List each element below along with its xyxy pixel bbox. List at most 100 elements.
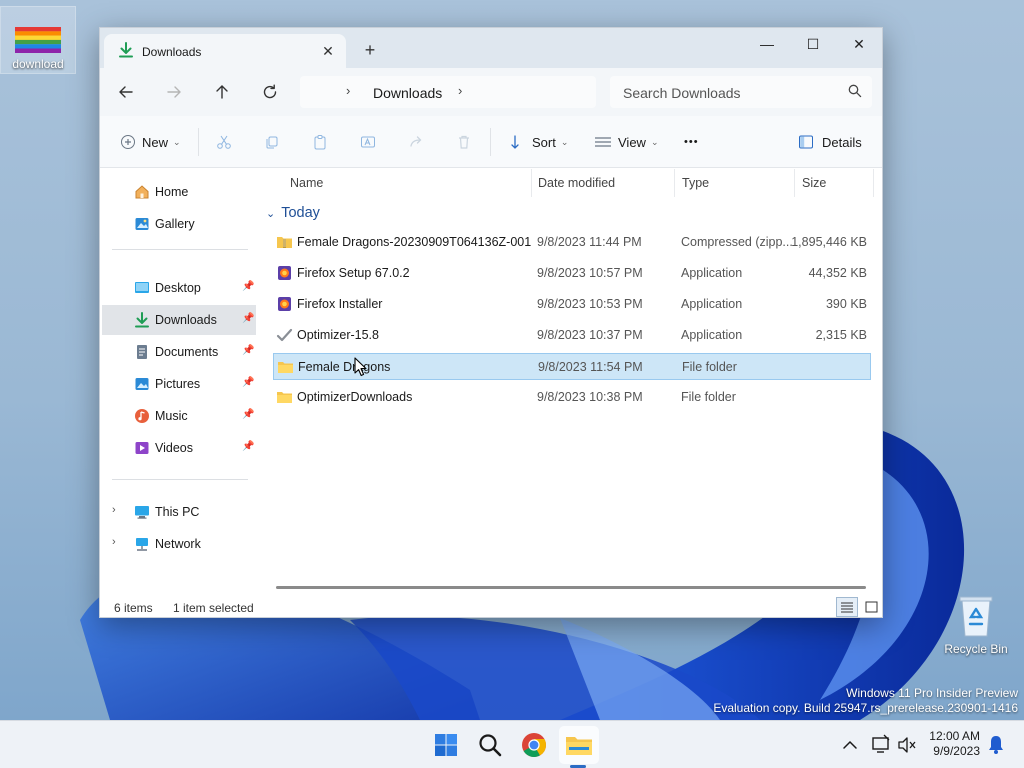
installer-icon xyxy=(278,297,291,311)
copy-button[interactable] xyxy=(264,130,280,154)
sidebar-item-downloads[interactable]: Downloads 📌 xyxy=(102,305,256,335)
sidebar-item-this-pc[interactable]: › This PC xyxy=(102,497,256,527)
large-icons-view-button[interactable] xyxy=(860,597,882,617)
sidebar-item-desktop[interactable]: Desktop 📌 xyxy=(102,273,256,303)
details-pane-button[interactable]: Details xyxy=(798,130,862,154)
navigation-bar: › Downloads › Search Downloads xyxy=(100,68,882,116)
file-name: OptimizerDownloads xyxy=(297,390,413,404)
chevron-up-icon[interactable] xyxy=(838,729,862,761)
file-date: 9/8/2023 10:53 PM xyxy=(537,297,643,311)
column-header-size[interactable]: Size xyxy=(794,169,874,197)
share-button[interactable] xyxy=(408,130,424,154)
chevron-down-icon: ⌄ xyxy=(173,136,181,147)
share-icon xyxy=(410,136,422,147)
search-input[interactable]: Search Downloads xyxy=(623,85,741,101)
chevron-down-icon: ⌄ xyxy=(266,208,276,220)
file-name: Firefox Installer xyxy=(297,297,383,311)
new-tab-button[interactable]: + xyxy=(358,39,382,63)
file-date: 9/8/2023 10:38 PM xyxy=(537,390,643,404)
sidebar-item-documents[interactable]: Documents 📌 xyxy=(102,337,256,367)
installer-icon xyxy=(278,266,291,280)
pin-icon[interactable]: 📌 xyxy=(242,313,254,324)
status-bar: 6 items 1 item selected xyxy=(100,596,882,617)
file-explorer-icon[interactable] xyxy=(563,729,595,761)
refresh-button[interactable] xyxy=(256,78,284,106)
file-type: Application xyxy=(681,297,743,311)
breadcrumb-downloads[interactable]: Downloads xyxy=(373,85,442,101)
search-button[interactable] xyxy=(474,729,506,761)
notification-bell-icon[interactable] xyxy=(986,729,1006,761)
sidebar-item-videos[interactable]: Videos 📌 xyxy=(102,433,256,463)
chevron-right-icon[interactable]: › xyxy=(112,536,116,548)
sidebar-item-music[interactable]: Music 📌 xyxy=(102,401,256,431)
close-button[interactable]: ✕ xyxy=(836,30,882,58)
table-row[interactable]: Firefox Setup 67.0.2 9/8/2023 10:57 PM A… xyxy=(273,260,871,287)
up-button[interactable] xyxy=(208,78,236,106)
pin-icon[interactable]: 📌 xyxy=(242,441,254,452)
checkmark-icon xyxy=(276,328,293,342)
new-button[interactable]: New ⌄ xyxy=(120,130,181,154)
pin-icon[interactable]: 📌 xyxy=(242,377,254,388)
maximize-button[interactable]: ☐ xyxy=(790,30,836,58)
new-button-label: New xyxy=(142,134,169,150)
pin-icon[interactable]: 📌 xyxy=(242,409,254,420)
minimize-button[interactable]: — xyxy=(744,30,790,58)
search-box[interactable]: Search Downloads xyxy=(610,76,872,108)
pin-icon[interactable]: 📌 xyxy=(242,281,254,292)
more-options-button[interactable]: ••• xyxy=(684,130,699,154)
chevron-right-icon[interactable]: › xyxy=(112,504,116,516)
chevron-down-icon: ⌄ xyxy=(560,136,569,147)
chrome-icon[interactable] xyxy=(518,729,550,761)
file-size: 2,315 KB xyxy=(815,328,867,342)
rename-button[interactable] xyxy=(360,130,376,154)
forward-button[interactable] xyxy=(160,78,188,106)
network-status-icon[interactable] xyxy=(870,729,892,761)
file-name: Female Dragons-20230909T064136Z-001 xyxy=(297,235,532,249)
sort-button[interactable]: Sort ⌄ xyxy=(510,130,568,154)
clock-time: 12:00 AM xyxy=(929,729,980,743)
table-row[interactable]: Optimizer-15.8 9/8/2023 10:37 PM Applica… xyxy=(273,322,871,349)
videos-icon xyxy=(135,442,149,454)
back-button[interactable] xyxy=(112,78,140,106)
sidebar-item-network[interactable]: › Network xyxy=(102,529,256,559)
details-view-button[interactable] xyxy=(836,597,858,617)
table-row[interactable]: OptimizerDownloads 9/8/2023 10:38 PM Fil… xyxy=(273,384,871,411)
column-header-type[interactable]: Type xyxy=(674,169,795,197)
column-header-name[interactable]: Name xyxy=(282,169,532,197)
gallery-icon xyxy=(135,218,149,230)
tab-downloads[interactable]: Downloads ✕ xyxy=(104,34,346,68)
desktop-icon-download[interactable]: download xyxy=(0,6,76,74)
address-bar[interactable]: › Downloads › xyxy=(300,76,596,108)
sidebar-item-gallery[interactable]: Gallery xyxy=(102,209,256,239)
table-row[interactable]: Female Dragons-20230909T064136Z-001 9/8/… xyxy=(273,229,871,256)
sort-icon xyxy=(511,135,519,149)
pin-icon[interactable]: 📌 xyxy=(242,345,254,356)
delete-button[interactable] xyxy=(456,130,472,154)
group-header-today[interactable]: ⌄ Today xyxy=(266,205,320,221)
start-button[interactable] xyxy=(430,729,462,761)
view-button[interactable]: View ⌄ xyxy=(594,130,659,154)
title-bar[interactable]: Downloads ✕ + — ☐ ✕ xyxy=(100,28,882,68)
pc-icon xyxy=(135,506,149,519)
sidebar-item-home[interactable]: Home xyxy=(102,177,256,207)
volume-muted-icon[interactable] xyxy=(896,729,918,761)
desktop-icon-label: download xyxy=(12,57,64,71)
file-date: 9/8/2023 10:57 PM xyxy=(537,266,643,280)
sidebar-item-pictures[interactable]: Pictures 📌 xyxy=(102,369,256,399)
plus-circle-icon xyxy=(121,135,135,149)
selection-count: 1 item selected xyxy=(173,601,254,615)
music-icon xyxy=(135,409,149,423)
desktop-icon-recycle-bin[interactable]: Recycle Bin xyxy=(938,594,1014,656)
paste-button[interactable] xyxy=(312,130,328,154)
system-clock[interactable]: 12:00 AM 9/9/2023 xyxy=(920,729,980,759)
horizontal-scrollbar[interactable] xyxy=(276,586,866,589)
chevron-right-icon[interactable]: › xyxy=(346,83,350,98)
cut-button[interactable] xyxy=(216,130,232,154)
tab-close-button[interactable]: ✕ xyxy=(318,41,338,61)
column-header-date[interactable]: Date modified xyxy=(530,169,675,197)
sidebar-item-label: Videos xyxy=(155,441,193,455)
table-row[interactable]: Firefox Installer 9/8/2023 10:53 PM Appl… xyxy=(273,291,871,318)
sort-button-label: Sort xyxy=(532,134,556,150)
chevron-right-icon[interactable]: › xyxy=(458,83,462,98)
sidebar-item-label: Network xyxy=(155,537,201,551)
